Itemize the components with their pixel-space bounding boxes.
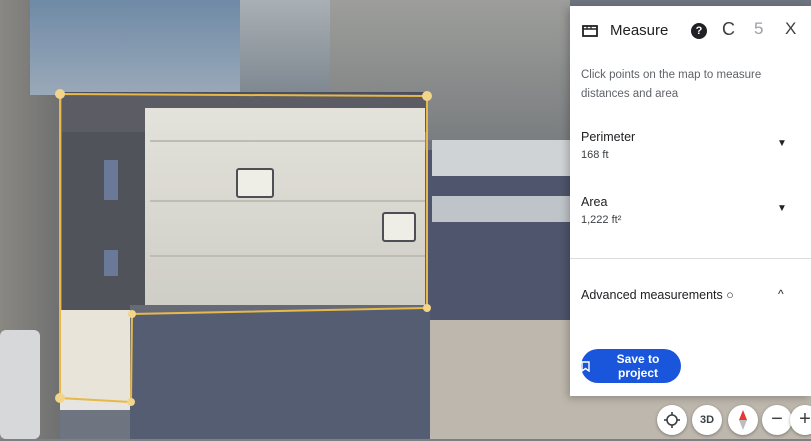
measured-polygon[interactable] <box>59 92 428 404</box>
measure-point[interactable] <box>128 310 136 318</box>
area-label: Area <box>581 195 608 209</box>
zoom-out-button[interactable]: − <box>762 405 792 435</box>
save-to-project-label: Save to project <box>616 352 660 380</box>
advanced-measurements-toggle[interactable]: Advanced measurements ○ <box>581 288 734 302</box>
3d-toggle-button[interactable]: 3D <box>692 405 722 435</box>
instructions-text: Click points on the map to measure dista… <box>581 69 762 100</box>
redo-icon[interactable]: C <box>722 19 735 40</box>
panel-header: Measure ? C 5 X <box>570 6 811 56</box>
caret-down-icon[interactable]: ▼ <box>777 138 787 149</box>
undo-icon[interactable]: 5 <box>754 19 763 39</box>
save-to-project-button[interactable]: Save to project <box>581 349 681 383</box>
perimeter-value: 168 ft <box>581 149 609 161</box>
ruler-icon <box>582 25 598 37</box>
divider <box>570 258 811 259</box>
measure-point[interactable] <box>127 398 135 406</box>
perimeter-label: Perimeter <box>581 130 636 144</box>
measure-panel: Measure ? C 5 X Click points on the map … <box>570 6 811 396</box>
help-icon[interactable]: ? <box>691 23 707 39</box>
compass-icon <box>739 410 747 430</box>
bookmark-icon <box>581 360 590 372</box>
area-row[interactable]: Area 1,222 ft² ▼ <box>570 195 811 235</box>
caret-down-icon[interactable]: ▼ <box>777 203 787 214</box>
perimeter-row[interactable]: Perimeter 168 ft ▼ <box>570 130 811 170</box>
crosshair-icon <box>664 412 680 428</box>
my-location-button[interactable] <box>657 405 687 435</box>
close-icon[interactable]: X <box>785 19 796 39</box>
panel-title: Measure <box>610 22 669 39</box>
measure-point[interactable] <box>423 304 431 312</box>
measure-point[interactable] <box>422 91 432 101</box>
chevron-up-icon[interactable]: ^ <box>778 287 784 301</box>
measure-point[interactable] <box>55 89 65 99</box>
compass-button[interactable] <box>728 405 758 435</box>
measure-point[interactable] <box>55 393 65 403</box>
area-value: 1,222 ft² <box>581 214 622 226</box>
